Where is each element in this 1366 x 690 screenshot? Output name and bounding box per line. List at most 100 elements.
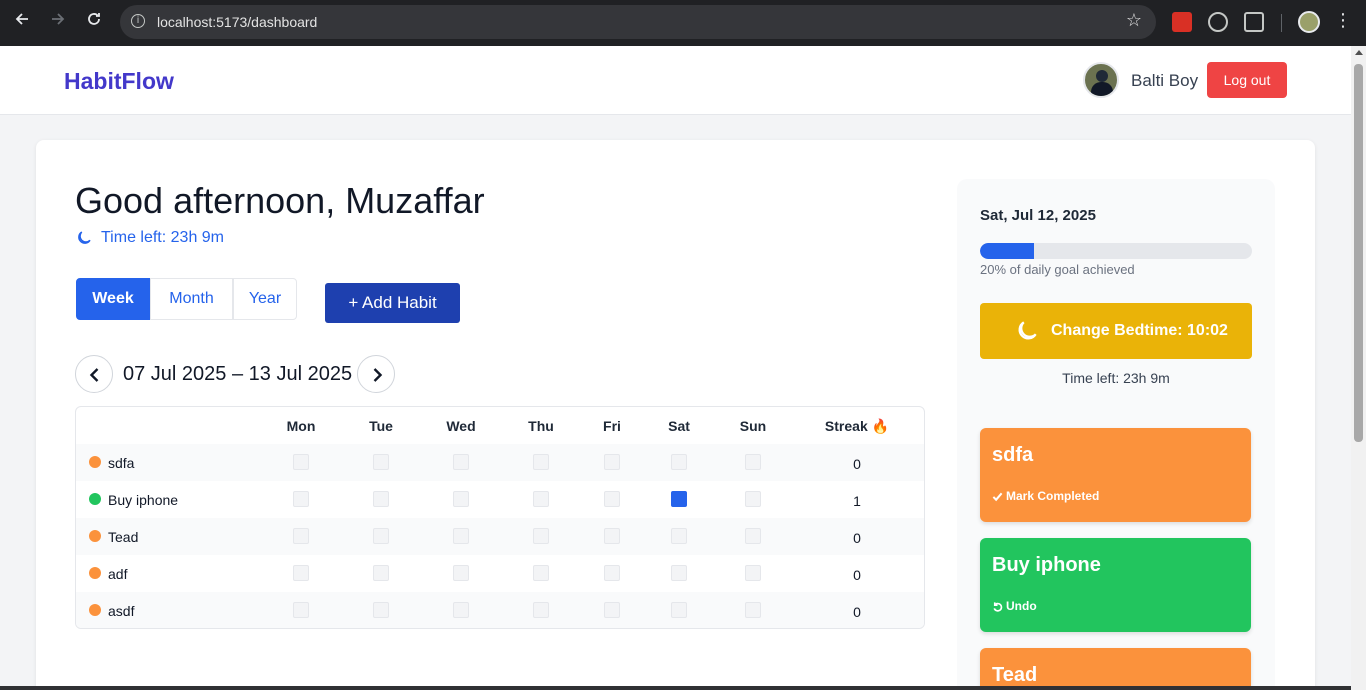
day-checkbox[interactable] (671, 491, 687, 507)
day-checkbox[interactable] (604, 565, 620, 581)
site-info-icon[interactable]: i (131, 14, 145, 28)
reload-icon[interactable] (82, 11, 106, 35)
undo-icon (993, 601, 1003, 612)
extensions-puzzle-icon[interactable] (1244, 12, 1264, 32)
add-habit-button[interactable]: + Add Habit (325, 283, 460, 323)
day-checkbox[interactable] (604, 602, 620, 618)
bookmark-star-icon[interactable]: ☆ (1126, 10, 1142, 31)
day-checkbox[interactable] (453, 528, 469, 544)
check-icon (992, 492, 1003, 501)
column-header: Tue (369, 418, 393, 434)
table-row: Buy iphone 1 (76, 481, 924, 518)
habit-color-dot (89, 493, 101, 505)
day-checkbox[interactable] (453, 454, 469, 470)
habit-card: sdfa Mark Completed (980, 428, 1251, 522)
column-header: Sun (739, 418, 767, 434)
current-date: Sat, Jul 12, 2025 (980, 207, 1096, 224)
globe-icon[interactable] (1208, 12, 1228, 32)
side-time-left: Time left: 23h 9m (1062, 370, 1170, 386)
day-checkbox[interactable] (533, 565, 549, 581)
day-checkbox[interactable] (671, 454, 687, 470)
toolbar-divider (1281, 14, 1282, 32)
day-checkbox[interactable] (293, 528, 309, 544)
day-checkbox[interactable] (533, 528, 549, 544)
undo-button[interactable]: Undo (992, 599, 1037, 613)
day-checkbox[interactable] (373, 454, 389, 470)
day-checkbox[interactable] (745, 454, 761, 470)
brand-logo[interactable]: HabitFlow (64, 68, 174, 95)
habit-name: Buy iphone (108, 492, 179, 508)
day-checkbox[interactable] (373, 491, 389, 507)
day-checkbox[interactable] (604, 528, 620, 544)
tab-year[interactable]: Year (233, 278, 297, 320)
day-checkbox[interactable] (533, 602, 549, 618)
time-left: Time left: 23h 9m (75, 229, 224, 247)
streak-count: 0 (853, 567, 861, 583)
extension-icon[interactable] (1172, 12, 1192, 32)
address-bar[interactable]: i localhost:5173/dashboard ☆ (120, 5, 1156, 39)
streak-column-header: Streak 🔥 (824, 418, 890, 434)
day-checkbox[interactable] (745, 602, 761, 618)
profile-avatar[interactable] (1298, 11, 1320, 33)
day-checkbox[interactable] (671, 565, 687, 581)
day-checkbox[interactable] (533, 491, 549, 507)
page-scrollbar[interactable] (1351, 46, 1366, 690)
habit-color-dot (89, 530, 101, 542)
scroll-thumb[interactable] (1354, 64, 1363, 442)
day-checkbox[interactable] (453, 491, 469, 507)
app-header: HabitFlow Balti Boy Log out (0, 46, 1351, 115)
url-text[interactable]: localhost:5173/dashboard (157, 14, 317, 30)
day-checkbox[interactable] (745, 565, 761, 581)
moon-icon (1018, 321, 1037, 340)
day-checkbox[interactable] (453, 602, 469, 618)
day-checkbox[interactable] (293, 565, 309, 581)
previous-week-button[interactable] (75, 355, 113, 393)
time-left-text: Time left: 23h 9m (101, 229, 225, 246)
day-checkbox[interactable] (671, 528, 687, 544)
day-checkbox[interactable] (533, 454, 549, 470)
habit-card: Buy iphone Undo (980, 538, 1251, 632)
habit-name: sdfa (108, 455, 135, 471)
streak-count: 0 (853, 456, 861, 472)
day-checkbox[interactable] (293, 454, 309, 470)
habit-card-title: Buy iphone (992, 554, 1101, 576)
next-week-button[interactable] (357, 355, 395, 393)
scroll-up-arrow[interactable] (1355, 50, 1363, 55)
habit-name: asdf (108, 603, 135, 619)
day-checkbox[interactable] (745, 491, 761, 507)
chevron-right-icon (373, 368, 383, 382)
day-checkbox[interactable] (293, 602, 309, 618)
habit-name: adf (108, 566, 128, 582)
column-header: Mon (286, 418, 316, 434)
logout-button[interactable]: Log out (1207, 62, 1287, 98)
table-row: asdf 0 (76, 592, 924, 628)
day-checkbox[interactable] (745, 528, 761, 544)
day-checkbox[interactable] (373, 602, 389, 618)
daily-progress-bar (980, 243, 1252, 259)
day-checkbox[interactable] (453, 565, 469, 581)
browser-menu-icon[interactable]: ⋮ (1334, 10, 1352, 31)
tab-month[interactable]: Month (150, 278, 233, 320)
habit-color-dot (89, 604, 101, 616)
day-checkbox[interactable] (373, 565, 389, 581)
back-icon[interactable] (10, 11, 34, 35)
habit-name: Tead (108, 529, 139, 545)
habit-color-dot (89, 567, 101, 579)
column-header: Thu (528, 418, 554, 434)
column-header: Fri (603, 418, 621, 434)
day-checkbox[interactable] (604, 454, 620, 470)
day-checkbox[interactable] (671, 602, 687, 618)
horizontal-scrollbar[interactable] (0, 686, 1351, 690)
day-checkbox[interactable] (293, 491, 309, 507)
habit-table: Mon Tue Wed Thu Fri Sat Sun Streak 🔥 sdf… (75, 406, 925, 629)
forward-icon[interactable] (46, 11, 70, 35)
mark-completed-button[interactable]: Mark Completed (992, 489, 1099, 503)
change-bedtime-button[interactable]: Change Bedtime: 10:02 (980, 303, 1252, 359)
progress-fill (980, 243, 1035, 259)
day-checkbox[interactable] (373, 528, 389, 544)
streak-count: 0 (853, 530, 861, 546)
day-checkbox[interactable] (604, 491, 620, 507)
tab-week[interactable]: Week (76, 278, 150, 320)
habit-color-dot (89, 456, 101, 468)
column-header: Wed (446, 418, 476, 434)
